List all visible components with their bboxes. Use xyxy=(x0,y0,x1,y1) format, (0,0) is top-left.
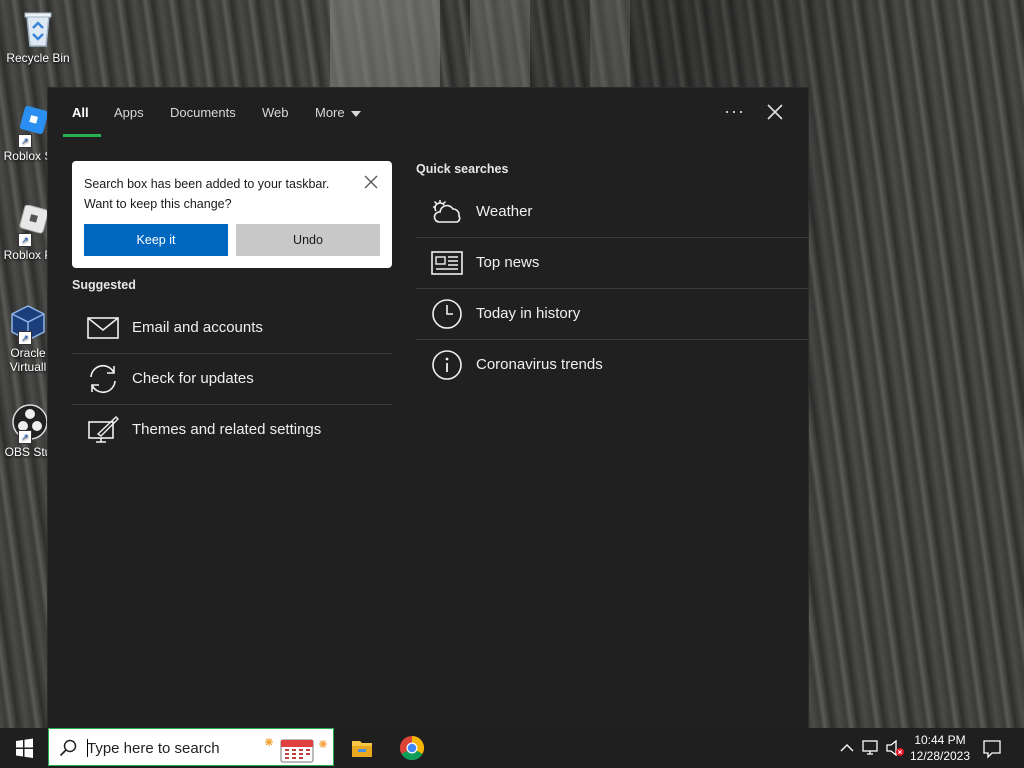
suggested-item-label: Themes and related settings xyxy=(132,421,322,438)
taskbar-search-box[interactable] xyxy=(48,728,334,766)
active-tab-indicator xyxy=(63,134,101,137)
shortcut-arrow-icon: ↗ xyxy=(18,430,32,444)
desktop-icon-recycle-bin[interactable]: Recycle Bin xyxy=(0,8,76,65)
suggested-title: Suggested xyxy=(72,278,136,292)
taskbar-change-notice: Search box has been added to your taskba… xyxy=(72,161,392,268)
tab-documents[interactable]: Documents xyxy=(170,105,236,120)
quick-search-weather[interactable]: Weather xyxy=(416,187,808,238)
quick-searches-title: Quick searches xyxy=(416,162,509,176)
suggested-item-themes[interactable]: Themes and related settings xyxy=(72,405,392,455)
tab-all[interactable]: All xyxy=(72,105,89,120)
quick-search-label: Weather xyxy=(476,203,533,220)
keep-it-button[interactable]: Keep it xyxy=(84,224,228,256)
themes-icon xyxy=(88,416,119,443)
quick-search-label: Top news xyxy=(476,254,540,271)
roblox-player-icon: ↗ xyxy=(8,204,49,247)
quick-search-label: Coronavirus trends xyxy=(476,356,603,373)
suggested-item-check-updates[interactable]: Check for updates xyxy=(72,354,392,405)
recycle-bin-icon xyxy=(18,8,58,48)
clock-time: 10:44 PM xyxy=(914,733,966,747)
sync-icon xyxy=(90,364,116,394)
taskbar: 10:44 PM 12/28/2023 xyxy=(0,728,1024,768)
undo-button[interactable]: Undo xyxy=(236,224,380,256)
notice-message: Search box has been added to your taskba… xyxy=(84,174,354,214)
network-icon[interactable] xyxy=(860,728,882,768)
mail-icon xyxy=(87,317,119,339)
obs-studio-icon: ↗ xyxy=(8,402,48,444)
clock-icon xyxy=(432,299,462,329)
shortcut-arrow-icon: ↗ xyxy=(18,134,32,148)
windows-start-icon[interactable] xyxy=(0,728,48,768)
search-flyout: All Apps Documents Web More ··· Search b… xyxy=(48,88,808,728)
file-explorer-icon[interactable] xyxy=(342,732,382,764)
notification-center-icon[interactable] xyxy=(980,728,1004,768)
shortcut-arrow-icon: ↗ xyxy=(18,331,32,345)
quick-search-label: Today in history xyxy=(476,305,581,322)
suggested-item-label: Email and accounts xyxy=(132,319,263,336)
suggested-item-label: Check for updates xyxy=(132,370,254,387)
tab-more[interactable]: More xyxy=(315,105,361,120)
text-cursor xyxy=(87,739,88,757)
new-year-calendar-icon xyxy=(265,738,327,763)
weather-icon xyxy=(433,200,461,223)
virtualbox-icon: ↗ xyxy=(8,303,48,345)
more-options-icon[interactable]: ··· xyxy=(724,101,745,122)
volume-muted-icon[interactable] xyxy=(884,728,906,768)
chrome-icon[interactable] xyxy=(392,732,432,764)
notice-message-line2: Want to keep this change? xyxy=(84,197,232,211)
suggested-item-email-accounts[interactable]: Email and accounts xyxy=(72,303,392,354)
close-icon[interactable] xyxy=(364,175,378,189)
search-input[interactable] xyxy=(87,737,257,759)
quick-search-today-history[interactable]: Today in history xyxy=(416,289,808,340)
news-icon xyxy=(431,251,463,275)
show-hidden-icons-chevron-icon[interactable] xyxy=(838,728,856,768)
tab-apps[interactable]: Apps xyxy=(114,105,144,120)
quick-search-coronavirus[interactable]: Coronavirus trends xyxy=(416,340,808,390)
taskbar-clock[interactable]: 10:44 PM 12/28/2023 xyxy=(908,732,972,764)
chevron-down-icon xyxy=(350,110,361,117)
search-icon xyxy=(59,739,77,757)
notice-message-line1: Search box has been added to your taskba… xyxy=(84,177,330,191)
tab-web[interactable]: Web xyxy=(262,105,289,120)
info-icon xyxy=(432,350,462,380)
shortcut-arrow-icon: ↗ xyxy=(18,233,32,247)
desktop-icon-label: Recycle Bin xyxy=(6,51,70,65)
search-tabs: All Apps Documents Web More ··· xyxy=(48,88,808,138)
tab-more-label: More xyxy=(315,105,345,120)
clock-date: 12/28/2023 xyxy=(909,749,971,763)
roblox-studio-icon: ↗ xyxy=(8,105,49,148)
quick-search-top-news[interactable]: Top news xyxy=(416,238,808,289)
close-icon[interactable] xyxy=(766,103,784,121)
